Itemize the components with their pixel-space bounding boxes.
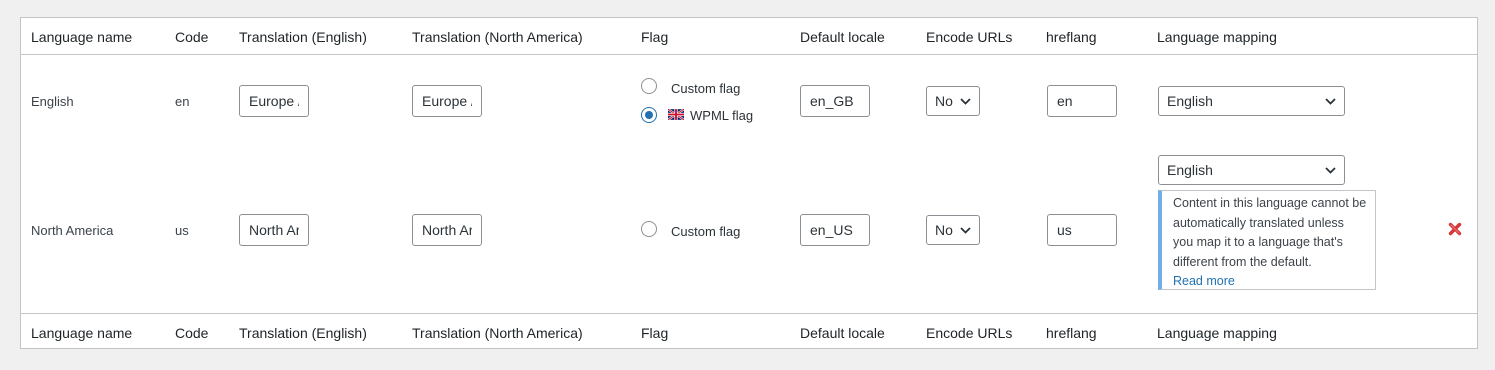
read-more-link[interactable]: Read more [1173, 274, 1235, 288]
translation-english-input[interactable] [239, 85, 309, 117]
translation-north-america-input[interactable] [412, 214, 482, 246]
custom-flag-label: Custom flag [671, 224, 741, 239]
encode-urls-select[interactable]: No [926, 86, 980, 116]
col-header-translation-north-america: Translation (North America) [412, 29, 583, 45]
footer-divider [21, 313, 1477, 314]
default-locale-input[interactable] [800, 214, 870, 246]
col-footer-code: Code [175, 325, 209, 341]
col-header-hreflang: hreflang [1046, 29, 1097, 45]
chevron-down-icon [959, 224, 971, 236]
translation-english-input[interactable] [239, 214, 309, 246]
col-header-language-name: Language name [31, 29, 133, 45]
col-header-encode-urls: Encode URLs [926, 29, 1013, 45]
mapping-notice-text: Content in this language cannot be autom… [1173, 196, 1367, 269]
language-code: us [175, 223, 189, 238]
chevron-down-icon [959, 95, 971, 107]
col-footer-default-locale: Default locale [800, 325, 885, 341]
encode-urls-value: No [935, 222, 953, 238]
language-mapping-select[interactable]: English [1158, 155, 1345, 185]
language-code: en [175, 94, 190, 109]
wpml-flag-label: WPML flag [690, 108, 754, 123]
custom-flag-radio[interactable] [641, 78, 657, 94]
mapping-notice: Content in this language cannot be autom… [1158, 190, 1376, 290]
col-footer-hreflang: hreflang [1046, 325, 1097, 341]
custom-flag-label: Custom flag [671, 81, 741, 96]
col-footer-encode-urls: Encode URLs [926, 325, 1013, 341]
hreflang-input[interactable] [1047, 85, 1117, 117]
language-mapping-value: English [1167, 93, 1213, 109]
chevron-down-icon [1324, 95, 1336, 107]
col-header-default-locale: Default locale [800, 29, 885, 45]
col-footer-translation-north-america: Translation (North America) [412, 325, 583, 341]
translation-north-america-input[interactable] [412, 85, 482, 117]
col-footer-translation-english: Translation (English) [239, 325, 367, 341]
language-name: English [31, 94, 74, 109]
language-mapping-value: English [1167, 162, 1213, 178]
delete-icon[interactable] [1448, 222, 1462, 236]
col-header-code: Code [175, 29, 209, 45]
custom-flag-radio[interactable] [641, 221, 657, 237]
col-header-language-mapping: Language mapping [1157, 29, 1277, 45]
languages-table: Language name Code Translation (English)… [20, 17, 1478, 349]
wpml-flag-radio[interactable] [641, 107, 657, 123]
header-divider [21, 54, 1477, 55]
language-name: North America [31, 223, 114, 238]
default-locale-input[interactable] [800, 85, 870, 117]
encode-urls-value: No [935, 93, 953, 109]
col-header-translation-english: Translation (English) [239, 29, 367, 45]
col-footer-flag: Flag [641, 325, 669, 341]
col-footer-language-name: Language name [31, 325, 133, 341]
chevron-down-icon [1324, 164, 1336, 176]
hreflang-input[interactable] [1047, 214, 1117, 246]
uk-flag-icon [668, 109, 684, 120]
col-header-flag: Flag [641, 29, 669, 45]
language-mapping-select[interactable]: English [1158, 86, 1345, 116]
col-footer-language-mapping: Language mapping [1157, 325, 1277, 341]
encode-urls-select[interactable]: No [926, 215, 980, 245]
